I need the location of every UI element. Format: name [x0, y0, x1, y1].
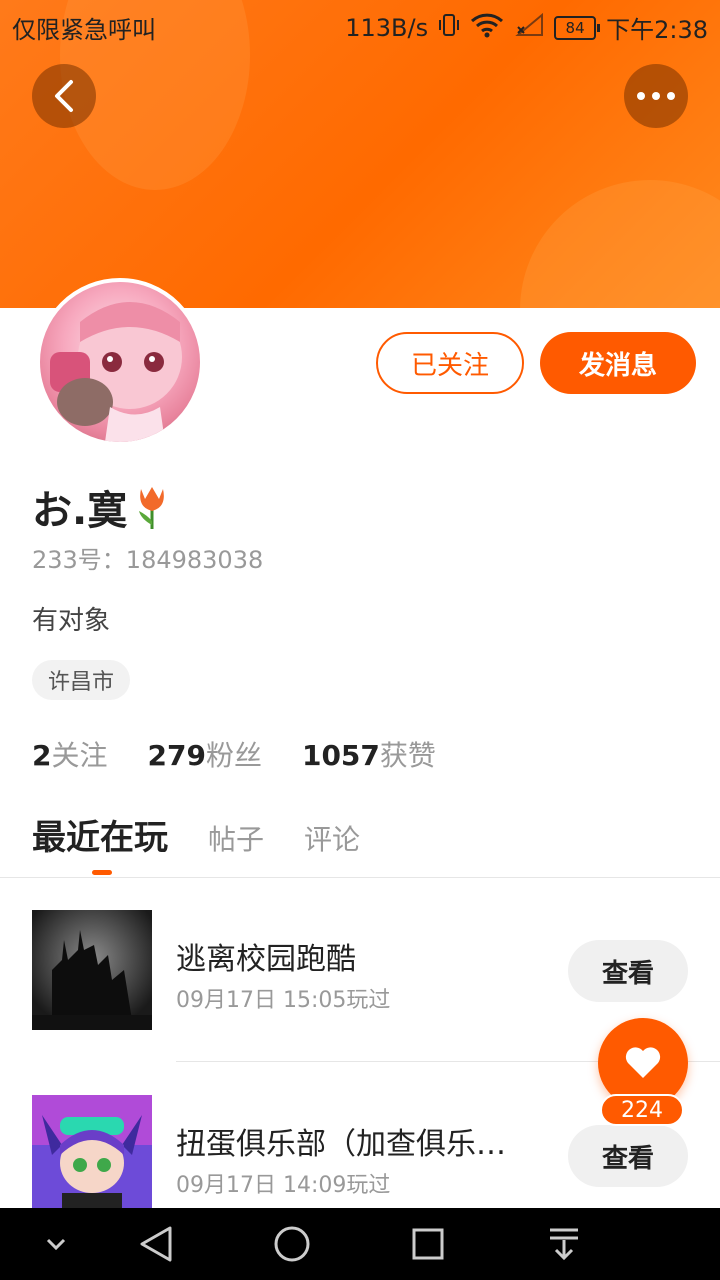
like-count-badge: 224: [600, 1094, 684, 1126]
avatar[interactable]: [36, 278, 204, 446]
location-badge: 许昌市: [32, 660, 131, 700]
following-label: 关注: [51, 739, 108, 772]
user-id: 233号：184983038: [32, 546, 264, 574]
battery-icon: 84: [554, 15, 601, 40]
system-navigation-bar: [0, 1208, 720, 1280]
nav-recents-button[interactable]: [408, 1224, 448, 1264]
pull-down-icon: [550, 1228, 578, 1261]
nav-home-button[interactable]: [272, 1224, 312, 1264]
chevron-down-icon: [46, 1238, 66, 1250]
following-count: 2: [32, 739, 52, 772]
chevron-left-icon: [55, 80, 73, 112]
net-speed: 113B/s: [345, 13, 429, 42]
status-icons: 113B/s 84 下午2:38: [345, 10, 708, 45]
played-time: 09月17日 15:05玩过: [176, 988, 391, 1013]
send-message-button[interactable]: 发消息: [540, 332, 696, 394]
clock: 下午2:38: [606, 16, 708, 44]
profile-tabs: 最近在玩 帖子 评论: [32, 810, 360, 859]
signal-icon: [514, 12, 544, 43]
status-bar: 仅限紧急呼叫 113B/s 84 下午2:38: [0, 0, 720, 48]
likes-label: 获赞: [379, 739, 436, 772]
followed-button[interactable]: 已关注: [376, 332, 524, 394]
username: お.寞: [32, 488, 128, 534]
circle-home-icon: [274, 1226, 310, 1262]
more-button[interactable]: [624, 64, 688, 128]
tulip-icon: [135, 485, 169, 529]
username-row: お.寞: [32, 478, 169, 536]
list-item[interactable]: 逃离校园跑酷 09月17日 15:05玩过 查看: [32, 910, 692, 1030]
likes-stat: 1057获赞: [302, 734, 436, 774]
game-thumbnail: [32, 1095, 152, 1215]
carrier-text: 仅限紧急呼叫: [12, 16, 156, 44]
banner-decoration: [520, 180, 720, 308]
view-button[interactable]: 查看: [568, 1125, 688, 1187]
triangle-back-icon: [140, 1226, 172, 1262]
list-item[interactable]: 扭蛋俱乐部（加查俱乐… 09月17日 14:09玩过 查看: [32, 1095, 692, 1215]
hide-nav-button[interactable]: [36, 1224, 76, 1264]
stats-row: 2关注 279粉丝 1057获赞: [32, 734, 436, 774]
fans-count: 279: [147, 739, 206, 772]
nav-notification-button[interactable]: [544, 1224, 584, 1264]
back-button[interactable]: [32, 64, 96, 128]
likes-count: 1057: [301, 739, 380, 772]
game-title: 逃离校园跑酷: [176, 942, 356, 977]
fans-stat[interactable]: 279粉丝: [148, 734, 262, 774]
following-stat[interactable]: 2关注: [32, 734, 108, 774]
game-title: 扭蛋俱乐部（加查俱乐…: [176, 1127, 506, 1162]
played-time: 09月17日 14:09玩过: [176, 1173, 391, 1198]
wifi-icon: [470, 12, 504, 44]
game-thumbnail: [32, 910, 152, 1030]
tab-comments[interactable]: 评论: [304, 818, 360, 858]
divider: [0, 877, 720, 878]
tab-recently-played[interactable]: 最近在玩: [32, 810, 168, 859]
tab-posts[interactable]: 帖子: [208, 818, 264, 858]
heart-icon: [625, 1047, 661, 1078]
nav-back-button[interactable]: [136, 1224, 176, 1264]
view-button[interactable]: 查看: [568, 940, 688, 1002]
active-tab-indicator: [92, 870, 112, 875]
bio: 有对象: [32, 606, 111, 636]
fans-label: 粉丝: [205, 739, 262, 772]
square-recents-icon: [412, 1228, 444, 1260]
vibrate-icon: [438, 13, 460, 43]
more-dots-icon: [637, 92, 675, 100]
